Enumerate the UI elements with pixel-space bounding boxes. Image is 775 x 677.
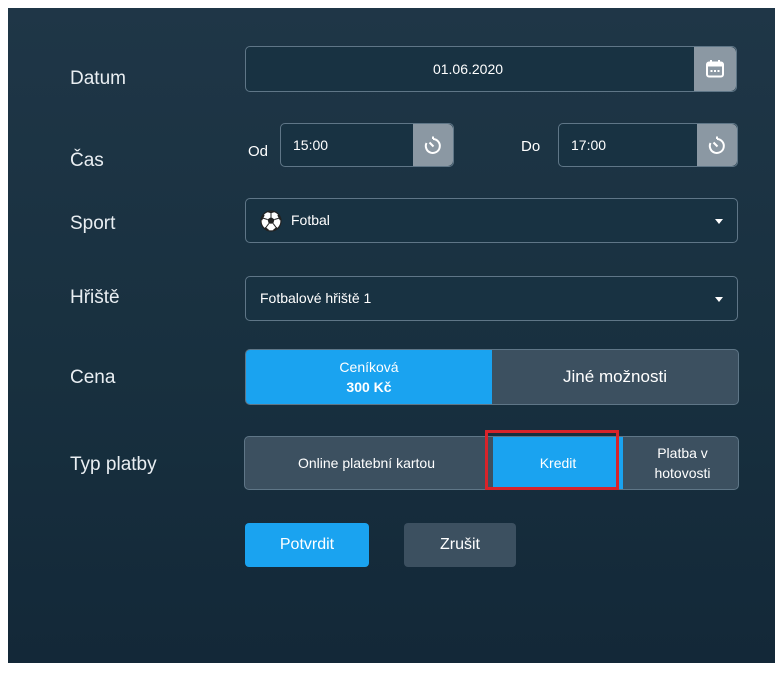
date-label: Datum (70, 68, 126, 89)
date-field[interactable]: 01.06.2020 (245, 46, 737, 92)
payment-type-label: Typ platby (70, 454, 157, 475)
price-option-list-line1: Ceníková (339, 359, 399, 375)
time-from-label: Od (248, 143, 269, 160)
calendar-icon (706, 60, 724, 78)
time-label: Čas (70, 150, 104, 171)
calendar-button[interactable] (694, 47, 736, 91)
field-label: Hřiště (70, 287, 120, 308)
confirm-button[interactable]: Potvrdit (245, 523, 369, 567)
time-from-value: 15:00 (293, 137, 329, 153)
time-to-picker-button[interactable] (697, 124, 737, 166)
time-to-field[interactable]: 17:00 (558, 123, 738, 167)
payment-option-online-card[interactable]: Online platební kartou (245, 437, 488, 489)
time-to-value: 17:00 (571, 137, 607, 153)
soccer-ball-icon (260, 210, 282, 232)
sport-select[interactable]: Fotbal (245, 198, 738, 243)
price-option-other[interactable]: Jiné možnosti (492, 350, 738, 404)
booking-form-panel: Datum 01.06.2020 Čas Od 15:00 Do 17:00 S… (8, 8, 775, 663)
price-option-list-line2: 300 Kč (346, 379, 392, 395)
timer-icon (424, 136, 441, 154)
price-segmented-control: Ceníková 300 Kč Jiné možnosti (245, 349, 739, 405)
payment-option-cash-line1: Platba v (657, 445, 708, 461)
price-option-list[interactable]: Ceníková 300 Kč (246, 350, 492, 404)
chevron-down-icon (715, 219, 723, 224)
timer-icon (708, 136, 725, 154)
time-from-field[interactable]: 15:00 (280, 123, 454, 167)
field-select[interactable]: Fotbalové hřiště 1 (245, 276, 738, 321)
sport-label: Sport (70, 213, 116, 234)
payment-option-cash-line2: hotovosti (654, 465, 711, 481)
cancel-button[interactable]: Zrušit (404, 523, 516, 567)
time-from-picker-button[interactable] (413, 124, 453, 166)
sport-value: Fotbal (291, 212, 330, 228)
price-label: Cena (70, 367, 116, 388)
date-value: 01.06.2020 (432, 61, 504, 77)
field-value: Fotbalové hřiště 1 (260, 290, 372, 306)
chevron-down-icon (715, 297, 723, 302)
time-to-label: Do (521, 138, 541, 155)
payment-option-cash[interactable]: Platba v hotovosti (627, 437, 738, 489)
highlight-box (485, 430, 619, 490)
